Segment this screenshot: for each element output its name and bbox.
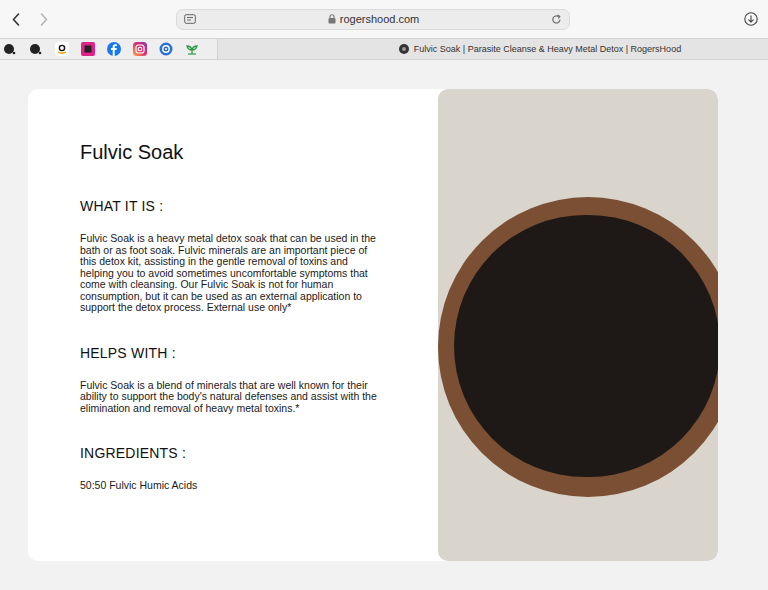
instagram-icon[interactable] bbox=[133, 42, 147, 56]
site-favicon-icon bbox=[399, 44, 409, 54]
pink-square-icon[interactable] bbox=[81, 42, 95, 56]
back-button[interactable] bbox=[10, 12, 22, 26]
address-bar[interactable]: rogershood.com bbox=[176, 9, 570, 30]
bookmark-blob-icon[interactable] bbox=[29, 42, 43, 56]
download-icon[interactable] bbox=[744, 12, 758, 26]
section-heading: INGREDIENTS : bbox=[80, 445, 438, 461]
green-plant-icon[interactable] bbox=[185, 42, 199, 56]
forward-button[interactable] bbox=[38, 12, 50, 26]
section-body: 50:50 Fulvic Humic Acids bbox=[80, 480, 378, 492]
page-content: Fulvic Soak WHAT IT IS : Fulvic Soak is a… bbox=[0, 60, 768, 561]
product-card: Fulvic Soak WHAT IT IS : Fulvic Soak is a… bbox=[28, 89, 718, 561]
facebook-icon[interactable] bbox=[107, 42, 121, 56]
amazon-icon[interactable] bbox=[55, 42, 69, 56]
lock-icon bbox=[328, 14, 336, 24]
reload-icon[interactable] bbox=[551, 14, 562, 25]
product-photo bbox=[438, 89, 718, 561]
browser-toolbar: rogershood.com bbox=[0, 0, 768, 38]
product-title: Fulvic Soak bbox=[80, 139, 438, 165]
section-heading: HELPS WITH : bbox=[80, 345, 438, 361]
section-heading: WHAT IT IS : bbox=[80, 198, 438, 214]
bookmark-blob-icon[interactable] bbox=[3, 42, 17, 56]
page-icon bbox=[184, 14, 196, 24]
chevron-right-icon bbox=[40, 13, 48, 26]
url-text: rogershood.com bbox=[340, 12, 420, 26]
tab-title: Fulvic Soak | Parasite Cleanse & Heavy M… bbox=[414, 43, 681, 55]
bookmarks-bar bbox=[0, 39, 218, 59]
tab-bar: Fulvic Soak | Parasite Cleanse & Heavy M… bbox=[0, 38, 768, 60]
section-body: Fulvic Soak is a heavy metal detox soak … bbox=[80, 233, 378, 314]
chevron-left-icon bbox=[12, 13, 20, 26]
section-body: Fulvic Soak is a blend of minerals that … bbox=[80, 380, 378, 415]
blue-gear-icon[interactable] bbox=[159, 42, 173, 56]
active-tab[interactable]: Fulvic Soak | Parasite Cleanse & Heavy M… bbox=[218, 39, 768, 59]
